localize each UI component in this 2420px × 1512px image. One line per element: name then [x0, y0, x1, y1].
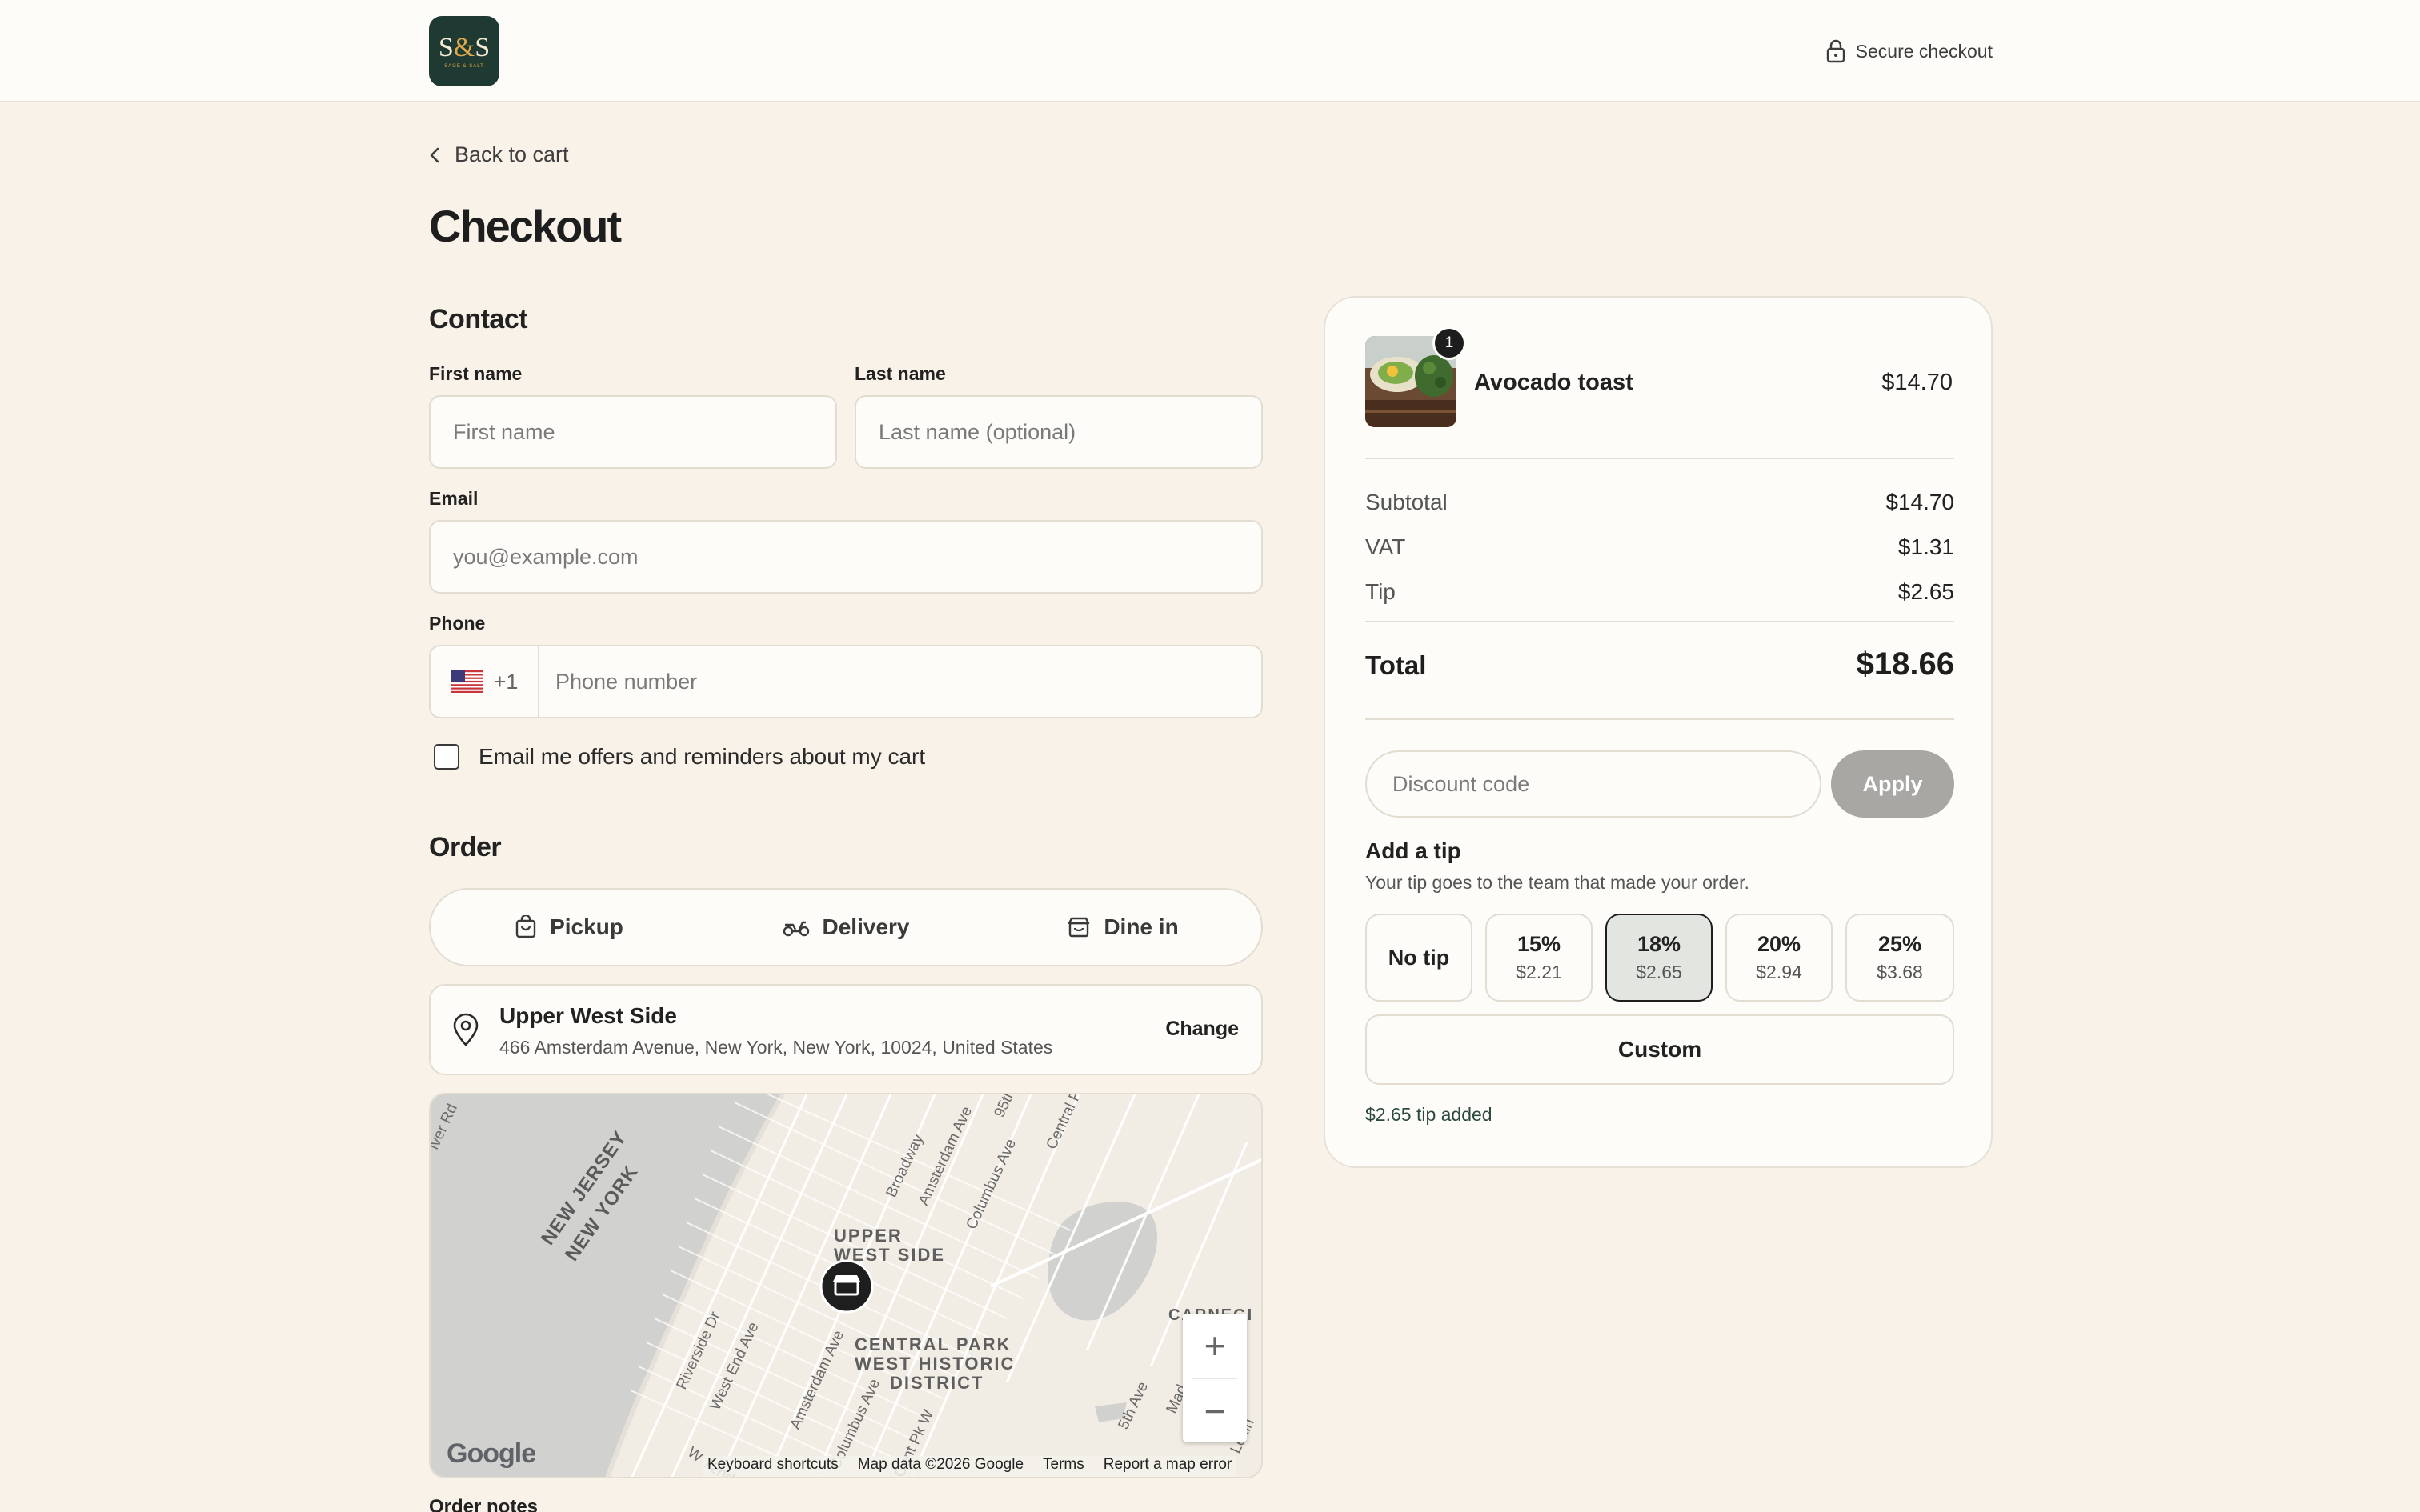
chevron-left-icon [430, 147, 439, 162]
map-data-text: Map data ©2026 Google [857, 1456, 1024, 1473]
back-to-cart-link[interactable]: Back to cart [429, 142, 569, 167]
location-map[interactable]: NEW JERSEY NEW YORK UPPER WEST SIDE CENT… [429, 1093, 1263, 1478]
tip-heading: Add a tip [1365, 838, 1461, 863]
subtotal-row: Subtotal $14.70 [1365, 490, 1954, 515]
secure-checkout-label: Secure checkout [1855, 40, 1993, 62]
location-address: 466 Amsterdam Avenue, New York, New York… [499, 1037, 1053, 1058]
order-mode-delivery-label: Delivery [822, 914, 910, 939]
email-label: Email [429, 488, 479, 509]
tip-option-label: 15% [1517, 932, 1561, 956]
last-name-input[interactable] [855, 395, 1263, 469]
tip-option-15[interactable]: 15% $2.21 [1485, 914, 1593, 1002]
summary-divider [1365, 458, 1954, 459]
google-logo: Google [447, 1438, 536, 1469]
contact-heading: Contact [429, 304, 528, 334]
country-code-selector[interactable]: +1 [431, 646, 539, 717]
order-mode-dine-in-label: Dine in [1104, 914, 1179, 939]
vat-row: VAT $1.31 [1365, 534, 1954, 560]
tip-subtitle: Your tip goes to the team that made your… [1365, 872, 1749, 893]
map-canvas: NEW JERSEY NEW YORK UPPER WEST SIDE CENT… [431, 1094, 1261, 1477]
custom-tip-button[interactable]: Custom [1365, 1014, 1954, 1085]
discount-code-input[interactable] [1365, 750, 1821, 818]
last-name-label: Last name [855, 363, 946, 384]
first-name-label: First name [429, 363, 523, 384]
tip-label: Tip [1365, 579, 1396, 604]
tip-option-amount: $2.21 [1516, 962, 1562, 982]
secure-checkout: Secure checkout [1825, 35, 1993, 67]
vat-value: $1.31 [1897, 534, 1954, 559]
order-summary-card: 1 Avocado toast $14.70 Subtotal $14.70 V… [1324, 296, 1993, 1168]
tip-value: $2.65 [1897, 579, 1954, 604]
offers-checkbox-row[interactable]: Email me offers and reminders about my c… [434, 744, 925, 770]
tip-option-none[interactable]: No tip [1365, 914, 1472, 1002]
order-notes-label: Order notes [429, 1496, 539, 1512]
phone-input[interactable] [539, 646, 1261, 717]
tip-added-message: $2.65 tip added [1365, 1104, 1492, 1125]
us-flag-icon [450, 670, 483, 693]
tip-option-18[interactable]: 18% $2.65 [1605, 914, 1713, 1002]
item-price: $14.70 [1881, 370, 1953, 395]
summary-divider [1365, 718, 1954, 720]
map-label-cp-2: WEST HISTORIC [855, 1354, 1015, 1374]
offers-checkbox[interactable] [434, 744, 459, 770]
phone-label: Phone [429, 613, 486, 634]
email-input[interactable] [429, 520, 1263, 594]
scooter-icon [783, 921, 809, 937]
map-label-cp-3: DISTRICT [890, 1373, 984, 1393]
total-value: $18.66 [1856, 646, 1954, 682]
storefront-icon [1068, 917, 1090, 938]
location-pin-icon [453, 1013, 479, 1046]
subtotal-label: Subtotal [1365, 490, 1448, 514]
brand-logo[interactable]: S&S SAGE & SALT [429, 16, 499, 86]
order-mode-pickup[interactable]: Pickup [431, 890, 707, 965]
tip-row: Tip $2.65 [1365, 579, 1954, 605]
total-row: Total $18.66 [1365, 646, 1954, 682]
order-heading: Order [429, 832, 502, 862]
tip-option-amount: $2.65 [1636, 962, 1682, 982]
total-label: Total [1365, 650, 1427, 680]
subtotal-value: $14.70 [1885, 490, 1954, 514]
summary-divider [1365, 621, 1954, 622]
first-name-input[interactable] [429, 395, 837, 469]
page-title: Checkout [429, 201, 622, 251]
order-mode-dine-in[interactable]: Dine in [984, 890, 1261, 965]
store-marker-icon[interactable] [819, 1259, 874, 1314]
tip-option-label: 20% [1757, 932, 1801, 956]
pickup-location-card: Upper West Side 466 Amsterdam Avenue, Ne… [429, 984, 1263, 1075]
logo-subtitle: SAGE & SALT [444, 63, 484, 69]
back-to-cart-label: Back to cart [455, 142, 569, 166]
map-label-cp-1: CENTRAL PARK [855, 1334, 1012, 1354]
bag-icon [515, 915, 536, 938]
apply-discount-button[interactable]: Apply [1831, 750, 1954, 818]
zoom-out-button[interactable]: − [1183, 1379, 1247, 1443]
terms-link[interactable]: Terms [1043, 1456, 1084, 1477]
item-name: Avocado toast [1474, 370, 1633, 395]
tip-option-label: No tip [1388, 945, 1450, 970]
map-label-uws-1: UPPER [834, 1226, 903, 1246]
item-quantity-badge: 1 [1432, 326, 1466, 360]
location-name: Upper West Side [499, 1003, 677, 1028]
vat-label: VAT [1365, 534, 1406, 559]
order-mode-delivery[interactable]: Delivery [707, 890, 984, 965]
map-attribution: Keyboard shortcuts Map data ©2026 Google… [703, 1456, 1237, 1477]
tip-option-25[interactable]: 25% $3.68 [1845, 914, 1954, 1002]
offers-checkbox-label: Email me offers and reminders about my c… [479, 744, 926, 769]
tip-option-label: 25% [1877, 932, 1922, 956]
order-mode-selector: Pickup Delivery Dine in [429, 888, 1263, 966]
top-bar: S&S SAGE & SALT Secure checkout [0, 0, 2420, 102]
keyboard-shortcuts-link[interactable]: Keyboard shortcuts [707, 1456, 839, 1477]
report-map-error-link[interactable]: Report a map error [1104, 1456, 1232, 1477]
tip-option-amount: $2.94 [1756, 962, 1802, 982]
lock-icon [1826, 39, 1845, 63]
change-location-button[interactable]: Change [1165, 1018, 1239, 1041]
order-mode-pickup-label: Pickup [550, 914, 623, 939]
map-zoom-controls: + − [1183, 1314, 1247, 1442]
tip-option-label: 18% [1637, 932, 1681, 956]
phone-field: +1 [429, 645, 1263, 718]
tip-option-amount: $3.68 [1877, 962, 1923, 982]
logo-monogram: S&S [438, 32, 491, 62]
zoom-in-button[interactable]: + [1183, 1314, 1247, 1378]
country-code: +1 [493, 669, 519, 694]
tip-option-20[interactable]: 20% $2.94 [1725, 914, 1833, 1002]
